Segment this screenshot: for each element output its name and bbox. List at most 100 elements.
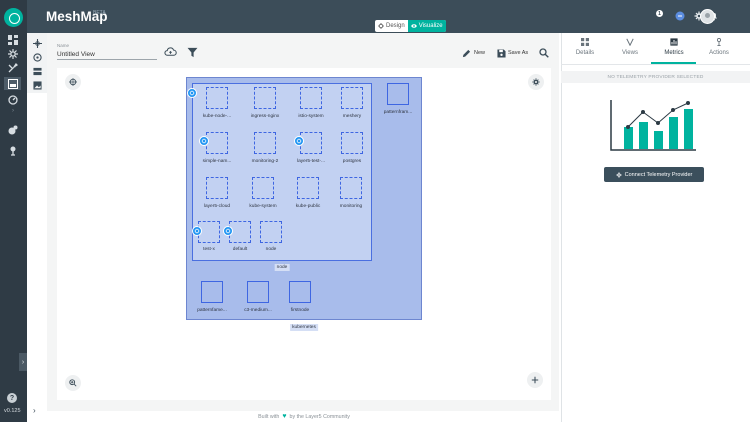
visualize-mode-button[interactable]: Visualize xyxy=(407,20,446,32)
pattern-node-label: patternfram... xyxy=(383,110,413,115)
save-icon[interactable] xyxy=(496,48,506,58)
pan-tool-icon[interactable] xyxy=(32,38,42,48)
add-component-icon[interactable] xyxy=(527,372,543,388)
namespace-badge-icon xyxy=(294,136,304,146)
sidebar-expand-button[interactable]: › xyxy=(19,353,27,371)
canvas-layout-icon[interactable] xyxy=(65,74,81,90)
mode-toggle: Design Visualize xyxy=(375,20,446,32)
footer: Built with ♥ by the Layer5 Community xyxy=(47,411,561,422)
tab-details-label: Details xyxy=(575,50,595,56)
namespace-label: simple-nam... xyxy=(202,159,232,164)
cloud-upload-icon[interactable] xyxy=(163,46,177,58)
tab-views[interactable]: Views xyxy=(610,38,650,66)
tabs-divider xyxy=(561,64,750,65)
namespace-node[interactable] xyxy=(252,177,274,199)
notification-count-badge: 1 xyxy=(656,10,663,17)
pattern-node[interactable] xyxy=(387,83,409,105)
image-tool-icon[interactable] xyxy=(32,80,42,90)
namespace-node[interactable] xyxy=(297,177,319,199)
notifications-icon[interactable] xyxy=(675,11,685,21)
tab-views-label: Views xyxy=(622,50,638,56)
namespace-node[interactable] xyxy=(254,87,276,109)
namespace-label: postgres xyxy=(342,159,362,164)
filter-icon[interactable] xyxy=(186,46,198,58)
namespace-node[interactable] xyxy=(340,177,362,199)
new-button[interactable]: New xyxy=(474,50,485,56)
design-name-input[interactable] xyxy=(57,50,157,60)
design-mode-label: Design xyxy=(386,23,405,29)
visualize-mode-label: Visualize xyxy=(418,23,443,29)
target-tool-icon[interactable] xyxy=(32,52,42,62)
namespace-label: layer5-cloud xyxy=(203,204,231,209)
namespace-label: node xyxy=(265,247,277,252)
right-panel xyxy=(561,33,750,422)
namespace-label: layer5-test-... xyxy=(297,159,325,164)
namespace-node[interactable] xyxy=(206,132,228,154)
design-mode-button[interactable]: Design xyxy=(375,20,408,32)
machine-node-label: c3-medium... xyxy=(244,308,272,313)
layers-tool-icon[interactable] xyxy=(32,66,42,76)
pattern-node[interactable] xyxy=(201,281,223,303)
sidebar: ⌄ › › ? v0.125 xyxy=(0,0,27,422)
save-as-button[interactable]: Save As xyxy=(508,50,528,56)
namespace-node[interactable] xyxy=(206,87,228,109)
footer-by-community: by the Layer5 Community xyxy=(289,413,350,420)
namespace-label: kube-public xyxy=(295,204,321,209)
namespace-badge-icon xyxy=(223,226,233,236)
new-pencil-icon[interactable] xyxy=(461,48,471,58)
canvas-settings-icon[interactable] xyxy=(528,74,544,90)
details-icon xyxy=(581,38,589,46)
connect-telemetry-provider-button[interactable]: Connect Telemetry Provider xyxy=(604,167,704,182)
gear-icon xyxy=(615,171,622,178)
extensions-icon[interactable] xyxy=(5,144,21,157)
tab-details[interactable]: Details xyxy=(565,38,605,66)
meshery-logo-icon[interactable] xyxy=(4,8,23,27)
namespace-node[interactable] xyxy=(206,177,228,199)
meshmap-icon[interactable] xyxy=(4,77,21,90)
node-group-label: node xyxy=(274,264,290,271)
machine-node-label: firstnode xyxy=(290,308,310,313)
namespace-label: default xyxy=(232,247,248,252)
footer-built-with: Built with xyxy=(258,413,280,420)
performance-icon[interactable] xyxy=(5,93,21,106)
namespace-node[interactable] xyxy=(341,132,363,154)
zoom-icon[interactable] xyxy=(65,375,81,391)
design-name-label: Name xyxy=(57,43,70,48)
no-telemetry-banner: NO TELEMETRY PROVIDER SELECTED xyxy=(561,71,750,83)
tab-actions[interactable]: Actions xyxy=(699,38,739,66)
namespace-badge-icon xyxy=(199,136,209,146)
heart-icon: ♥ xyxy=(282,413,287,420)
node-group-badge-icon xyxy=(187,88,197,98)
lifecycle-chevron-icon: ⌄ xyxy=(12,64,18,70)
user-avatar[interactable] xyxy=(700,9,715,24)
namespace-node[interactable] xyxy=(341,87,363,109)
namespace-label: monitoring xyxy=(339,204,363,209)
namespace-label: ingress-nginx xyxy=(250,114,280,119)
namespace-label: test-x xyxy=(203,247,215,252)
performance-chevron-icon: › xyxy=(12,108,14,114)
machine-node[interactable] xyxy=(289,281,311,303)
namespace-label: kube-node-... xyxy=(202,114,232,119)
namespace-label: monitoring-2 xyxy=(251,159,279,164)
pattern-node-label: patternfame... xyxy=(197,308,227,313)
app-header: MeshMap BETA Design Visualize xyxy=(27,0,750,33)
eye-icon xyxy=(410,24,417,28)
design-icon xyxy=(378,23,384,29)
namespace-node[interactable] xyxy=(300,87,322,109)
namespace-node[interactable] xyxy=(260,221,282,243)
dashboard-icon[interactable] xyxy=(5,33,21,46)
namespace-label: meshery xyxy=(342,114,362,119)
search-icon[interactable] xyxy=(538,47,549,58)
configuration-icon[interactable] xyxy=(5,47,21,60)
conformance-icon[interactable] xyxy=(5,123,21,136)
kubernetes-group-label: kubernetes xyxy=(290,324,318,331)
namespace-node[interactable] xyxy=(254,132,276,154)
collapse-chevron-icon[interactable]: › xyxy=(33,406,36,415)
help-icon[interactable]: ? xyxy=(7,393,17,403)
connect-telemetry-label: Connect Telemetry Provider xyxy=(624,171,693,178)
tab-metrics-label: Metrics xyxy=(664,50,684,56)
metrics-icon xyxy=(670,38,678,46)
namespace-label: kube-system xyxy=(249,204,277,209)
metrics-chart-illustration-icon xyxy=(610,100,696,151)
machine-node[interactable] xyxy=(247,281,269,303)
